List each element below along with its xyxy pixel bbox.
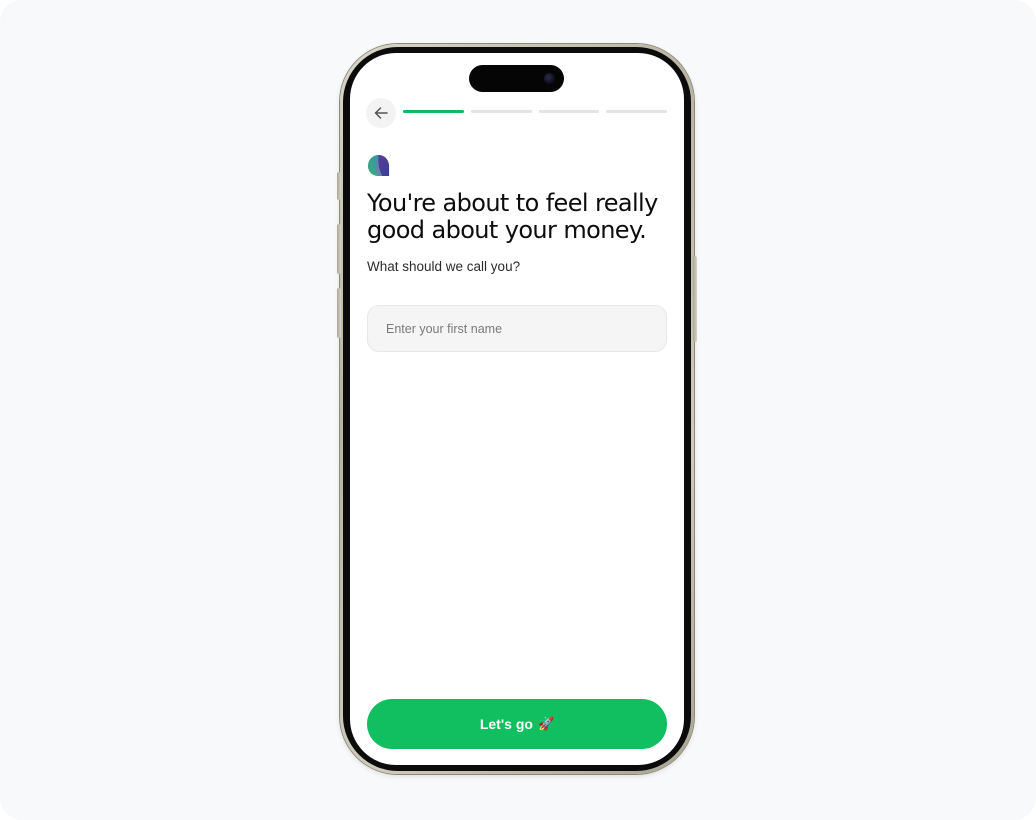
rocket-icon: 🚀 bbox=[537, 716, 555, 732]
page-title: You're about to feel really good about y… bbox=[367, 189, 658, 244]
progress-step-3 bbox=[538, 110, 600, 113]
presentation-canvas: You're about to feel really good about y… bbox=[0, 0, 1036, 820]
action-button bbox=[337, 172, 341, 200]
dynamic-island bbox=[469, 65, 564, 92]
first-name-input[interactable] bbox=[367, 305, 667, 352]
front-camera bbox=[544, 73, 555, 84]
back-button[interactable] bbox=[366, 98, 396, 128]
progress-step-1 bbox=[403, 110, 464, 113]
progress-step-4 bbox=[606, 110, 667, 113]
name-prompt: What should we call you? bbox=[367, 259, 521, 274]
lets-go-label: Let's go bbox=[479, 716, 533, 732]
phone-screen: You're about to feel really good about y… bbox=[350, 53, 684, 765]
power-button bbox=[693, 256, 697, 342]
progress-step-2 bbox=[470, 110, 532, 113]
lets-go-button[interactable]: Let's go 🚀 bbox=[367, 699, 667, 749]
brand-logo-icon bbox=[367, 154, 390, 177]
volume-down-button bbox=[337, 288, 341, 338]
progress-indicator bbox=[403, 110, 667, 113]
volume-up-button bbox=[337, 224, 341, 274]
arrow-left-icon bbox=[374, 107, 388, 119]
